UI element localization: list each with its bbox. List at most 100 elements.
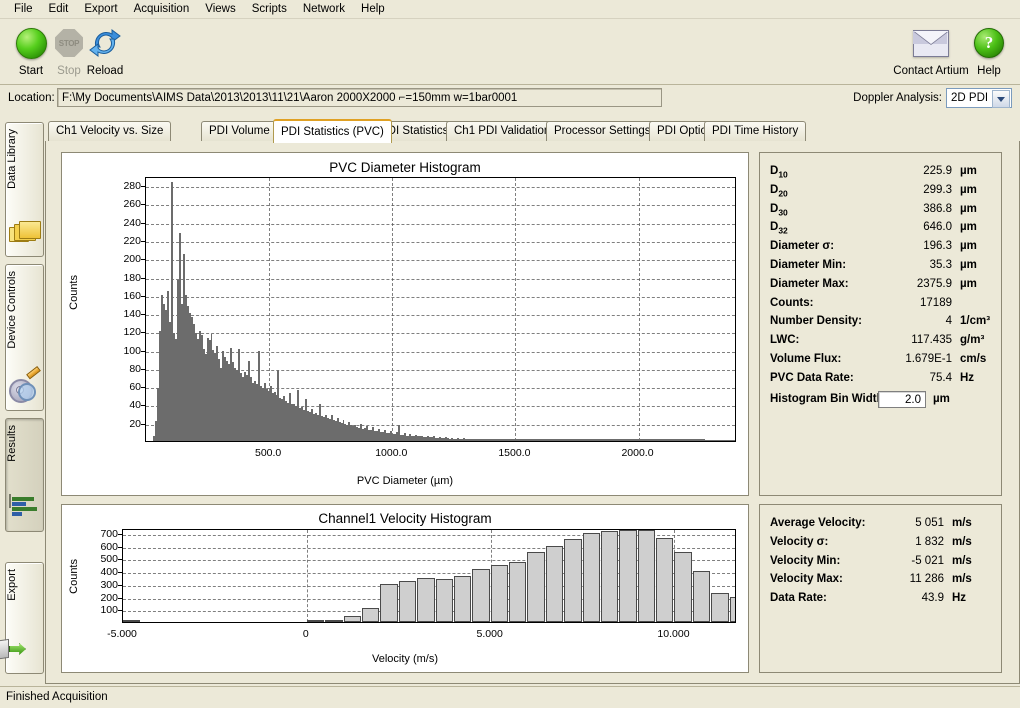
menu-item-edit[interactable]: Edit (41, 1, 77, 17)
y-axis-tick-label: 180 (123, 272, 141, 284)
velocity-plot-area[interactable] (122, 529, 736, 623)
menu-item-views[interactable]: Views (197, 1, 243, 17)
pvc-statistic-row: Diameter σ:196.3µm (770, 240, 995, 259)
menu-item-network[interactable]: Network (295, 1, 353, 17)
menu-item-export[interactable]: Export (76, 1, 125, 17)
statistic-value: 11 286 (862, 573, 944, 585)
velocity-statistic-row: Data Rate:43.9Hz (770, 592, 995, 611)
gridline-vertical (515, 178, 516, 441)
sidebar-item-export[interactable]: Export (5, 562, 44, 674)
pvc-statistic-row: Counts: 17189 (770, 297, 995, 316)
y-axis-tick-label: 200 (100, 592, 118, 604)
pvc-statistic-row: Number Density:41/cm³ (770, 315, 995, 334)
sidebar-item-device-controls[interactable]: Device Controls (5, 264, 44, 411)
statistic-label: D20 (770, 184, 788, 198)
histogram-bin-width-input[interactable]: 2.0 (878, 391, 926, 408)
location-path-field[interactable]: F:\My Documents\AIMS Data\2013\2013\11\2… (57, 88, 662, 107)
statistic-label-subscript: 32 (778, 226, 787, 236)
pvc-statistic-row: D20299.3µm (770, 184, 995, 203)
tab-strip: Ch1 Velocity vs. Size PDI Volume PDI Sta… (45, 119, 1020, 141)
y-axis-tick-label: 400 (100, 566, 118, 578)
statistic-label: Velocity σ: (770, 536, 828, 548)
y-axis-tick-label: 160 (123, 290, 141, 302)
histogram-bin-width-label: Histogram Bin Width: (770, 393, 887, 405)
y-axis-tick-label: 500 (100, 553, 118, 565)
y-axis-tick-label: 260 (123, 198, 141, 210)
statistic-label: Data Rate: (770, 592, 827, 604)
velocity-statistic-row: Velocity σ:1 832m/s (770, 536, 995, 555)
histogram-bar (638, 530, 655, 622)
location-label: Location: (8, 92, 55, 104)
pvc-statistic-row: D32646.0µm (770, 221, 995, 240)
gridline-horizontal (146, 279, 735, 280)
histogram-bar (735, 440, 736, 441)
contact-artium-label: Contact Artium (892, 65, 970, 77)
gridline-horizontal (146, 187, 735, 188)
y-axis-tick-label: 120 (123, 326, 141, 338)
histogram-bar (472, 569, 489, 622)
statistic-label: LWC: (770, 334, 799, 346)
doppler-analysis-select[interactable]: 2D PDI (946, 88, 1012, 108)
gridline-vertical (639, 178, 640, 441)
histogram-bar (417, 578, 434, 622)
menu-item-help[interactable]: Help (353, 1, 393, 17)
gridline-horizontal (146, 205, 735, 206)
menu-item-file[interactable]: File (6, 1, 41, 17)
gridline-horizontal (146, 224, 735, 225)
statistic-value: 17189 (870, 297, 952, 309)
histogram-bar (527, 552, 544, 622)
sidebar-item-label: Data Library (6, 129, 43, 189)
y-axis-tick-label: 100 (100, 604, 118, 616)
tab-ch1-pdi-validation[interactable]: Ch1 PDI Validation (446, 121, 558, 141)
statistic-unit: m/s (952, 536, 972, 548)
velocity-statistic-row: Average Velocity:5 051m/s (770, 517, 995, 536)
statistic-unit: m/s (952, 555, 972, 567)
x-axis-tick-label: 5.000 (477, 628, 503, 640)
sidebar-item-data-library[interactable]: Data Library (5, 122, 44, 257)
statistic-value: 5 051 (862, 517, 944, 529)
help-button-label: Help (966, 65, 1012, 77)
histogram-bar (380, 584, 397, 622)
contact-artium-button[interactable]: Contact Artium (892, 23, 970, 77)
histogram-bar (123, 620, 140, 622)
pvc-statistic-row: Volume Flux:1.679E-1cm/s (770, 353, 995, 372)
gear-magnifier-icon (9, 374, 40, 404)
menu-item-acquisition[interactable]: Acquisition (126, 1, 198, 17)
x-axis-tick-label: 1000.0 (375, 447, 407, 459)
histogram-bar (656, 538, 673, 622)
doppler-analysis-value: 2D PDI (951, 92, 988, 104)
doppler-analysis-label: Doppler Analysis: (853, 92, 942, 104)
reload-button[interactable]: Reload (74, 23, 136, 77)
pvc-plot-area[interactable] (145, 177, 736, 442)
menu-bar: File Edit Export Acquisition Views Scrip… (0, 0, 1020, 19)
statistic-unit: Hz (960, 372, 974, 384)
tab-processor-settings[interactable]: Processor Settings (546, 121, 659, 141)
menu-item-scripts[interactable]: Scripts (244, 1, 295, 17)
statistic-unit: µm (960, 278, 977, 290)
pvc-statistic-row: D10225.9µm (770, 165, 995, 184)
gridline-horizontal (146, 297, 735, 298)
x-axis-tick-label: 10.000 (657, 628, 689, 640)
tab-ch1-velocity-vs-size[interactable]: Ch1 Velocity vs. Size (48, 121, 171, 141)
tab-pdi-time-history[interactable]: PDI Time History (704, 121, 806, 141)
y-axis-tick-label: 40 (129, 399, 141, 411)
statistic-label: Counts: (770, 297, 813, 309)
histogram-bar (344, 616, 361, 622)
velocity-statistics-panel: Average Velocity:5 051m/sVelocity σ:1 83… (759, 504, 1002, 673)
histogram-bar (619, 530, 636, 622)
y-axis-tick-label: 220 (123, 235, 141, 247)
status-bar: Finished Acquisition (0, 686, 1020, 708)
statistic-label-subscript: 20 (778, 188, 787, 198)
statistic-value: 299.3 (870, 184, 952, 196)
envelope-icon (892, 23, 970, 63)
statistic-label-subscript: 10 (778, 169, 787, 179)
tab-pdi-statistics-pvc[interactable]: PDI Statistics (PVC) (273, 119, 392, 143)
histogram-bar (546, 546, 563, 622)
tab-pdi-volume[interactable]: PDI Volume (201, 121, 278, 141)
chevron-down-icon[interactable] (992, 90, 1010, 108)
statistic-value: 4 (870, 315, 952, 327)
sidebar-item-results[interactable]: Results (5, 418, 44, 532)
statistic-unit: cm/s (960, 353, 986, 365)
histogram-bar (509, 562, 526, 622)
help-button[interactable]: ? Help (966, 23, 1012, 77)
